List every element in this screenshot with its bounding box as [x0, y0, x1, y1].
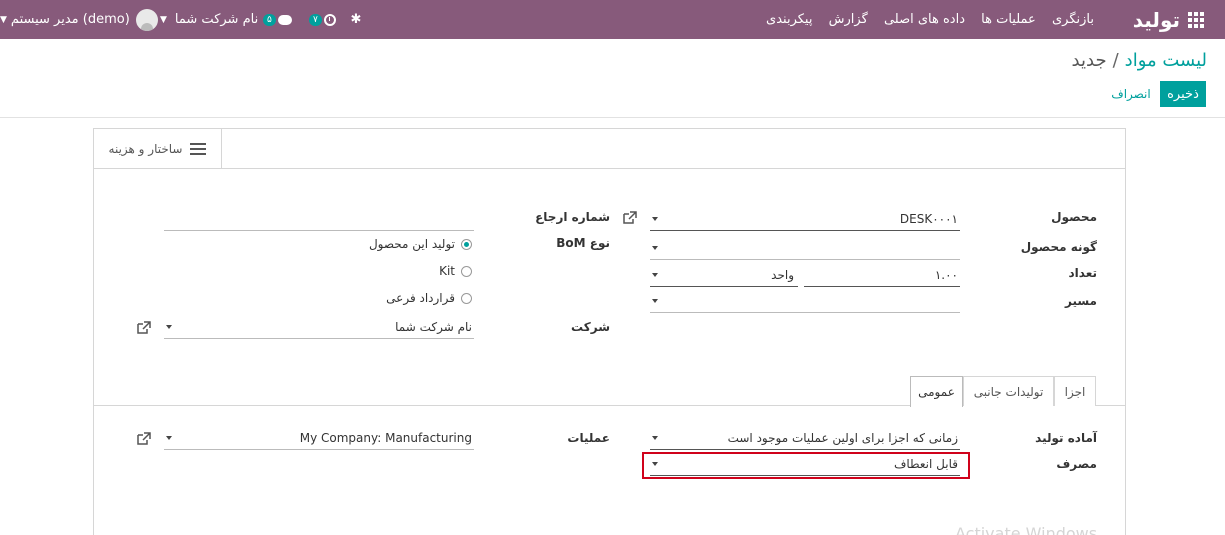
- breadcrumb-separator: /: [1112, 50, 1119, 71]
- radio-icon: [461, 265, 472, 277]
- routing-field[interactable]: [650, 291, 960, 313]
- ready-to-produce-value: زمانی که اجزا برای اولین عملیات موجود اس…: [727, 431, 958, 445]
- main-menu: بازنگری عملیات ها داده های اصلی گزارش پی…: [760, 0, 1100, 39]
- uom-field[interactable]: واحد: [650, 265, 798, 287]
- bom-type-option-manufacture[interactable]: تولید این محصول: [369, 237, 472, 251]
- external-link-icon[interactable]: [622, 211, 638, 225]
- debug-icon[interactable]: ✱: [347, 0, 365, 39]
- caret-down-icon: [652, 217, 658, 221]
- breadcrumb-parent[interactable]: لیست مواد: [1125, 50, 1207, 71]
- button-box: ساختار و هزینه: [94, 129, 1125, 169]
- quantity-label: تعداد: [1068, 266, 1097, 280]
- company-name: نام شرکت شما: [174, 12, 259, 27]
- product-variant-field[interactable]: [650, 238, 960, 260]
- operation-value: My Company: Manufacturing: [299, 431, 472, 445]
- menu-item-master-data[interactable]: داده های اصلی: [878, 12, 971, 27]
- routing-label: مسیر: [1064, 294, 1097, 308]
- caret-down-icon: [166, 436, 172, 440]
- tab-general[interactable]: عمومی: [910, 376, 963, 407]
- caret-down-icon: ▼: [0, 14, 7, 25]
- caret-down-icon: [652, 436, 658, 440]
- activities-button[interactable]: ۷: [309, 0, 336, 39]
- breadcrumb: لیست مواد /جدید: [1072, 50, 1207, 71]
- product-label: محصول: [1051, 210, 1097, 224]
- menu-item-reporting[interactable]: گزارش: [823, 12, 874, 27]
- external-link-icon[interactable]: [136, 432, 152, 446]
- company-switcher[interactable]: ▼ نام شرکت شما: [160, 0, 258, 39]
- avatar: [135, 8, 158, 31]
- radio-selected-icon: [461, 238, 472, 250]
- bom-type-option-subcontract[interactable]: قرارداد فرعی: [386, 291, 472, 305]
- uom-value: واحد: [771, 268, 794, 282]
- message-count-badge: ۵: [263, 13, 276, 26]
- save-button[interactable]: ذخیره: [1160, 81, 1206, 107]
- quantity-value: ۱.۰۰: [934, 268, 958, 282]
- bars-icon: [190, 143, 207, 155]
- caret-down-icon: [652, 246, 658, 250]
- bom-type-label: نوع BoM: [556, 236, 610, 250]
- breadcrumb-current: جدید: [1071, 50, 1107, 71]
- company-field[interactable]: نام شرکت شما: [164, 317, 474, 339]
- menu-item-operations[interactable]: عملیات ها: [975, 12, 1042, 27]
- structure-cost-label: ساختار و هزینه: [108, 142, 183, 156]
- reference-label: شماره ارجاع: [535, 210, 610, 224]
- caret-down-icon: [652, 273, 658, 277]
- quantity-field[interactable]: ۱.۰۰: [804, 265, 960, 287]
- ready-to-produce-label: آماده تولید: [1035, 431, 1097, 445]
- messages-button[interactable]: ۵: [263, 0, 292, 39]
- caret-down-icon: [166, 325, 172, 329]
- chat-icon: [277, 14, 292, 25]
- control-panel-divider: [0, 117, 1225, 118]
- product-value: DESK۰۰۰۱: [899, 212, 958, 226]
- caret-down-icon: ▼: [160, 14, 167, 25]
- consumption-label: مصرف: [1056, 457, 1097, 471]
- tab-components[interactable]: اجزا: [1054, 376, 1096, 406]
- company-value: نام شرکت شما: [395, 320, 472, 334]
- reference-field[interactable]: [164, 209, 474, 231]
- activate-windows-watermark: Activate Windows: [955, 524, 1098, 535]
- consumption-highlight-box: [642, 452, 970, 479]
- user-name: مدیر سیستم (demo): [10, 12, 130, 27]
- product-variant-label: گونه محصول: [1020, 240, 1097, 254]
- structure-cost-button[interactable]: ساختار و هزینه: [94, 129, 222, 169]
- user-menu[interactable]: ▼ مدیر سیستم (demo): [0, 0, 158, 39]
- operation-label: عملیات: [567, 431, 610, 445]
- activity-count-badge: ۷: [309, 13, 322, 26]
- product-field[interactable]: DESK۰۰۰۱: [650, 209, 960, 231]
- menu-item-configuration[interactable]: پیکربندی: [760, 12, 818, 27]
- external-link-icon[interactable]: [136, 321, 152, 335]
- company-label: شرکت: [571, 320, 610, 334]
- tab-by-products[interactable]: تولیدات جانبی: [963, 376, 1054, 406]
- caret-down-icon: [652, 299, 658, 303]
- clock-icon: [323, 13, 336, 26]
- top-navbar: تولید بازنگری عملیات ها داده های اصلی گز…: [0, 0, 1225, 39]
- operation-field[interactable]: My Company: Manufacturing: [164, 428, 474, 450]
- bom-type-option-kit[interactable]: Kit: [439, 264, 472, 278]
- menu-item-review[interactable]: بازنگری: [1046, 12, 1100, 27]
- apps-menu-icon[interactable]: [1186, 0, 1206, 39]
- ready-to-produce-field[interactable]: زمانی که اجزا برای اولین عملیات موجود اس…: [650, 428, 960, 450]
- radio-icon: [461, 292, 472, 304]
- app-brand[interactable]: تولید: [1100, 0, 1180, 39]
- form-sheet: ساختار و هزینه محصول DESK۰۰۰۱ گونه محصول…: [93, 128, 1126, 535]
- discard-button[interactable]: انصراف: [1108, 81, 1154, 107]
